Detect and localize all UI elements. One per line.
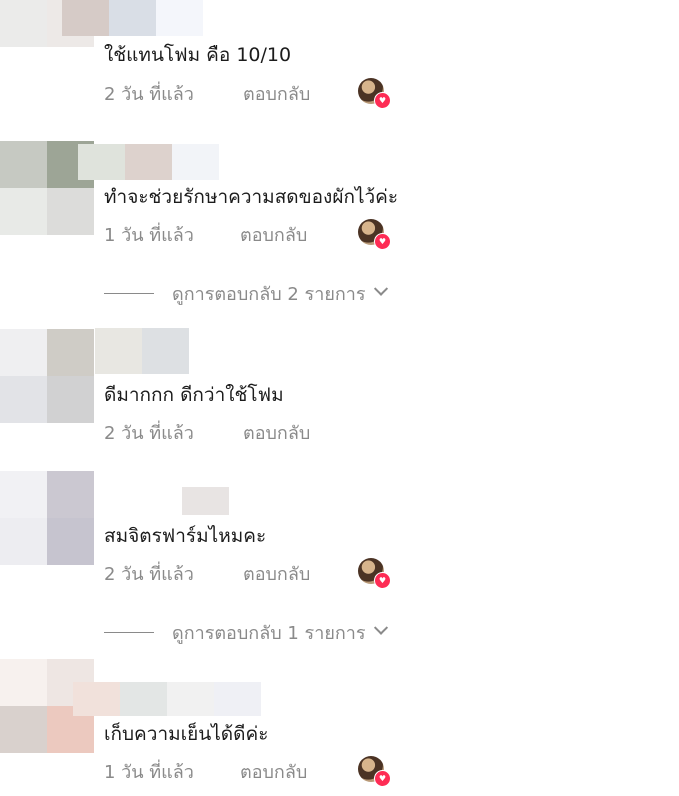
- view-replies-button[interactable]: ดูการตอบกลับ 1 รายการ: [104, 620, 388, 644]
- comment-time: 1 วัน ที่แล้ว: [104, 225, 194, 246]
- heart-icon: ♥: [374, 770, 391, 787]
- name-block: [125, 144, 172, 180]
- avatar-block: [47, 329, 94, 376]
- heart-icon: ♥: [374, 92, 391, 109]
- avatar[interactable]: [0, 471, 94, 565]
- avatar-block: [47, 188, 94, 235]
- comment-text: สมจิตรฟาร์มไหมคะ: [104, 525, 267, 547]
- heart-icon: ♥: [374, 572, 391, 589]
- avatar-block: [0, 0, 47, 47]
- avatar-block: [0, 188, 47, 235]
- name-block: [62, 0, 109, 36]
- name-block: [172, 144, 219, 180]
- name-block: [95, 328, 142, 374]
- avatar-block: [0, 518, 47, 565]
- comment-text: ทำจะช่วยรักษาความสดของผักไว้ค่ะ: [104, 186, 399, 208]
- username-blurred[interactable]: [95, 328, 189, 374]
- comment-time: 1 วัน ที่แล้ว: [104, 762, 194, 783]
- reply-button[interactable]: ตอบกลับ: [243, 559, 310, 588]
- heart-icon: ♥: [374, 233, 391, 250]
- avatar-block: [0, 471, 47, 518]
- name-block: [142, 328, 189, 374]
- name-block: [73, 682, 120, 716]
- creator-liked-badge: ♥: [358, 78, 391, 109]
- name-block: [214, 682, 261, 716]
- divider-line: [104, 292, 154, 294]
- reply-button[interactable]: ตอบกลับ: [240, 757, 307, 786]
- comment-text: เก็บความเย็นได้ดีค่ะ: [104, 723, 269, 745]
- avatar-block: [0, 329, 47, 376]
- creator-liked-badge: ♥: [358, 219, 391, 250]
- creator-liked-badge: ♥: [358, 558, 391, 589]
- username-blurred[interactable]: [78, 144, 219, 180]
- avatar-block: [0, 659, 47, 706]
- view-replies-label: ดูการตอบกลับ 1 รายการ: [172, 622, 366, 644]
- username-blurred[interactable]: [182, 487, 229, 515]
- name-block: [120, 682, 167, 716]
- avatar-block: [0, 376, 47, 423]
- comment-text: ดีมากกก ดีกว่าใช้โฟม: [104, 384, 284, 406]
- username-blurred[interactable]: [62, 0, 203, 36]
- username-blurred[interactable]: [73, 682, 261, 716]
- chevron-down-icon: [373, 620, 388, 635]
- view-replies-button[interactable]: ดูการตอบกลับ 2 รายการ: [104, 281, 388, 305]
- avatar[interactable]: [0, 329, 94, 423]
- avatar-block: [47, 376, 94, 423]
- name-block: [182, 487, 229, 515]
- avatar-block: [0, 706, 47, 753]
- avatar-block: [47, 518, 94, 565]
- creator-liked-badge: ♥: [358, 756, 391, 787]
- chevron-down-icon: [373, 281, 388, 296]
- reply-button[interactable]: ตอบกลับ: [243, 418, 310, 447]
- name-block: [109, 0, 156, 36]
- name-block: [78, 144, 125, 180]
- comment-time: 2 วัน ที่แล้ว: [104, 84, 194, 105]
- name-block: [167, 682, 214, 716]
- name-block: [156, 0, 203, 36]
- divider-line: [104, 631, 154, 633]
- comment-time: 2 วัน ที่แล้ว: [104, 564, 194, 585]
- reply-button[interactable]: ตอบกลับ: [243, 79, 310, 108]
- avatar-block: [47, 471, 94, 518]
- comment-time: 2 วัน ที่แล้ว: [104, 423, 194, 444]
- view-replies-label: ดูการตอบกลับ 2 รายการ: [172, 283, 366, 305]
- comment-text: ใช้แทนโฟม คือ 10/10: [104, 44, 292, 66]
- avatar-block: [0, 141, 47, 188]
- reply-button[interactable]: ตอบกลับ: [240, 220, 307, 249]
